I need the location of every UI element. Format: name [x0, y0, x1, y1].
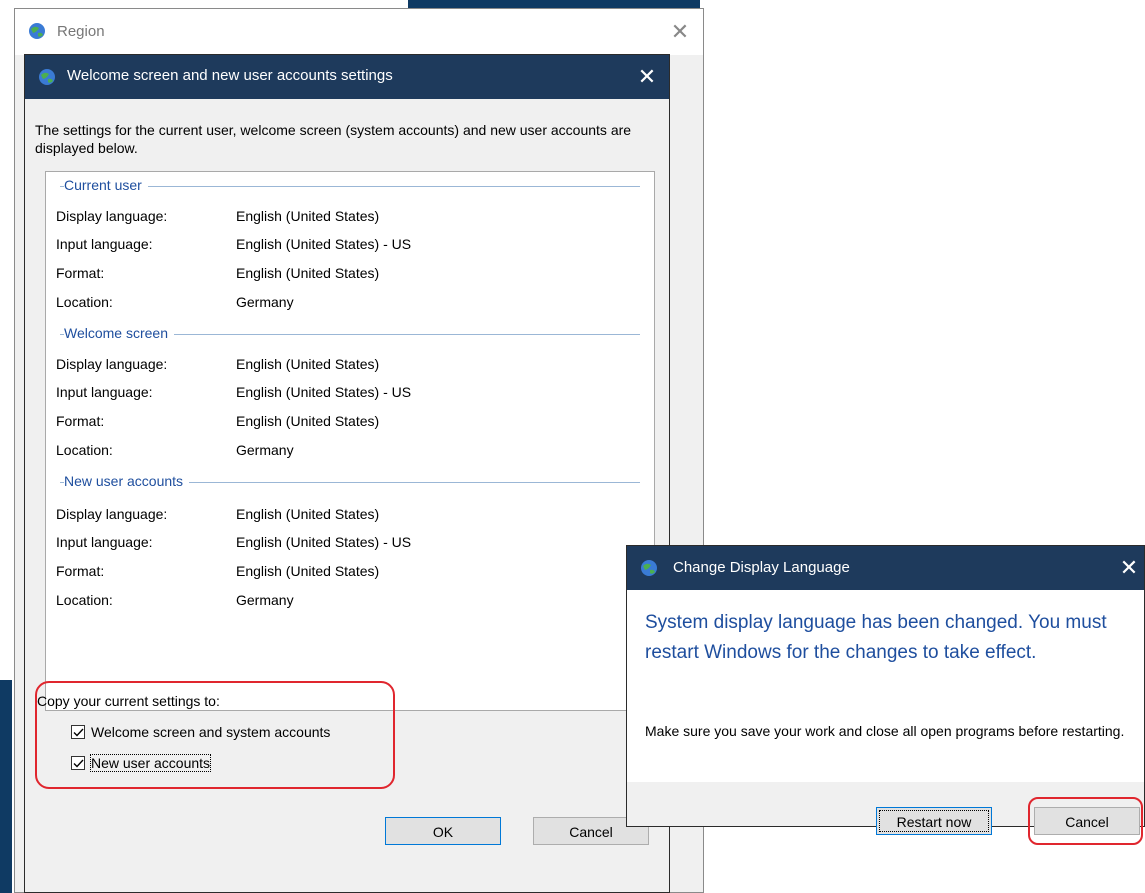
- row-label: Display language:: [56, 506, 168, 522]
- row-label: Display language:: [56, 208, 168, 224]
- checkbox-box[interactable]: [71, 756, 85, 770]
- row-value: English (United States): [236, 356, 380, 372]
- checkbox-label[interactable]: New user accounts: [89, 754, 212, 772]
- cdl-titlebar: Change Display Language ✕: [627, 546, 1144, 590]
- row-value: Germany: [236, 294, 294, 310]
- region-titlebar: Region ✕: [15, 9, 703, 55]
- welcome-close-button[interactable]: ✕: [631, 61, 663, 93]
- settings-info-box: Current user Display language: English (…: [45, 171, 655, 711]
- ok-button[interactable]: OK: [385, 817, 501, 845]
- group-heading-new-user-accounts: New user accounts: [64, 473, 190, 489]
- row-value: Germany: [236, 592, 294, 608]
- row-value: Germany: [236, 442, 294, 458]
- row-label: Display language:: [56, 356, 168, 372]
- row-label: Input language:: [56, 534, 153, 550]
- row-value: English (United States) - US: [236, 534, 412, 550]
- row-value: English (United States): [236, 413, 380, 429]
- row-label: Location:: [56, 294, 113, 310]
- group-heading-welcome-screen: Welcome screen: [64, 325, 175, 341]
- row-label: Location:: [56, 592, 113, 608]
- row-label: Format:: [56, 563, 105, 579]
- row-label: Format:: [56, 265, 105, 281]
- globe-icon: [639, 558, 659, 578]
- cdl-title: Change Display Language: [673, 559, 850, 576]
- cdl-sub-message: Make sure you save your work and close a…: [645, 723, 1125, 739]
- cancel-highlight: [1028, 797, 1143, 845]
- row-value: English (United States): [236, 506, 380, 522]
- change-display-language-dialog: Change Display Language ✕ System display…: [626, 545, 1145, 827]
- welcome-dialog-titlebar: Welcome screen and new user accounts set…: [25, 55, 669, 99]
- background-app-strip-left: [0, 680, 12, 893]
- welcome-settings-dialog: Welcome screen and new user accounts set…: [24, 54, 670, 893]
- globe-icon: [27, 21, 47, 41]
- copy-settings-label: Copy your current settings to:: [37, 693, 220, 709]
- region-close-button[interactable]: ✕: [665, 17, 695, 47]
- row-label: Format:: [56, 413, 105, 429]
- restart-now-button[interactable]: Restart now: [876, 807, 992, 835]
- row-value: English (United States) - US: [236, 384, 412, 400]
- cdl-main-message: System display language has been changed…: [645, 612, 1107, 663]
- checkbox-box[interactable]: [71, 725, 85, 739]
- welcome-dialog-title: Welcome screen and new user accounts set…: [67, 67, 393, 84]
- row-label: Input language:: [56, 384, 153, 400]
- row-value: English (United States): [236, 208, 380, 224]
- check-icon: [73, 728, 84, 737]
- row-label: Input language:: [56, 236, 153, 252]
- row-value: English (United States): [236, 265, 380, 281]
- globe-icon: [37, 67, 57, 87]
- checkbox-label[interactable]: Welcome screen and system accounts: [91, 724, 330, 740]
- row-value: English (United States): [236, 563, 380, 579]
- intro-text: The settings for the current user, welco…: [35, 122, 632, 156]
- region-window-title: Region: [57, 23, 105, 40]
- row-label: Location:: [56, 442, 113, 458]
- check-icon: [73, 759, 84, 768]
- group-heading-current-user: Current user: [64, 177, 148, 193]
- row-value: English (United States) - US: [236, 236, 412, 252]
- cdl-close-button[interactable]: ✕: [1115, 552, 1143, 584]
